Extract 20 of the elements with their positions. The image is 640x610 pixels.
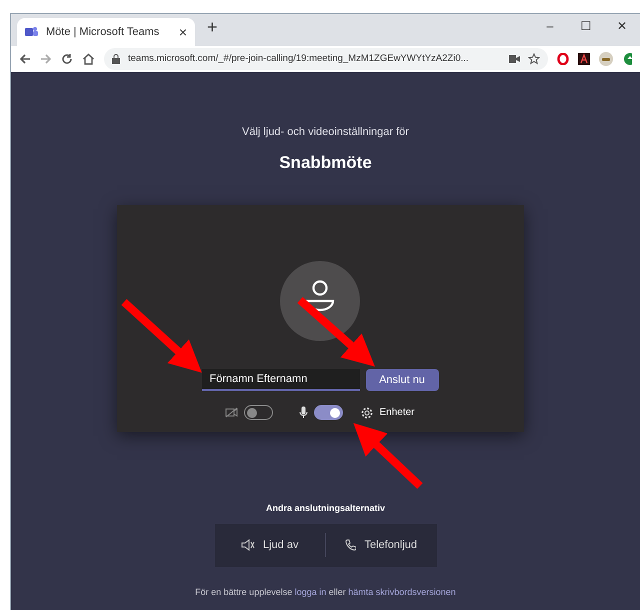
window-control-button[interactable]: ☐ (568, 14, 604, 38)
section-heading: Andra anslutningsalternativ (266, 502, 386, 515)
footer-note: För en bättre upplevelse logga in eller hämta skrivbordsversionen (195, 586, 456, 599)
meeting-title: Snabbmöte (279, 152, 372, 174)
link[interactable]: hämta skrivbordsversionen (348, 586, 456, 596)
close-tab-button[interactable]: × (178, 22, 187, 42)
address-bar[interactable]: teams.microsoft.com/_#/pre-join-calling/19:meeting_MzM1ZGEwYWYtYzA2Zi0... (104, 48, 548, 70)
link[interactable]: logga in (294, 586, 326, 596)
join-option-button[interactable]: Ljud av (214, 524, 325, 566)
window-control-button[interactable]: ✕ (604, 14, 640, 38)
join-button[interactable]: Anslut nu (366, 369, 438, 391)
name-field[interactable]: Förnamn Efternamn (202, 369, 360, 391)
url-text: teams.microsoft.com/_#/pre-join-calling/19:meeting_MzM1ZGEwYWYtYzA2Zi0... (128, 52, 470, 66)
join-option-button[interactable]: Telefonljud (326, 524, 436, 566)
window-control-button[interactable]: – (532, 14, 568, 38)
devices-button[interactable]: Enheter (361, 405, 415, 420)
browser-tab[interactable]: Möte | Microsoft Teams × (17, 18, 195, 46)
tab-title: Möte | Microsoft Teams (46, 24, 160, 40)
new-tab-button[interactable]: + (207, 14, 218, 41)
subtitle: Välj ljud- och videoinställningar för (242, 125, 409, 140)
